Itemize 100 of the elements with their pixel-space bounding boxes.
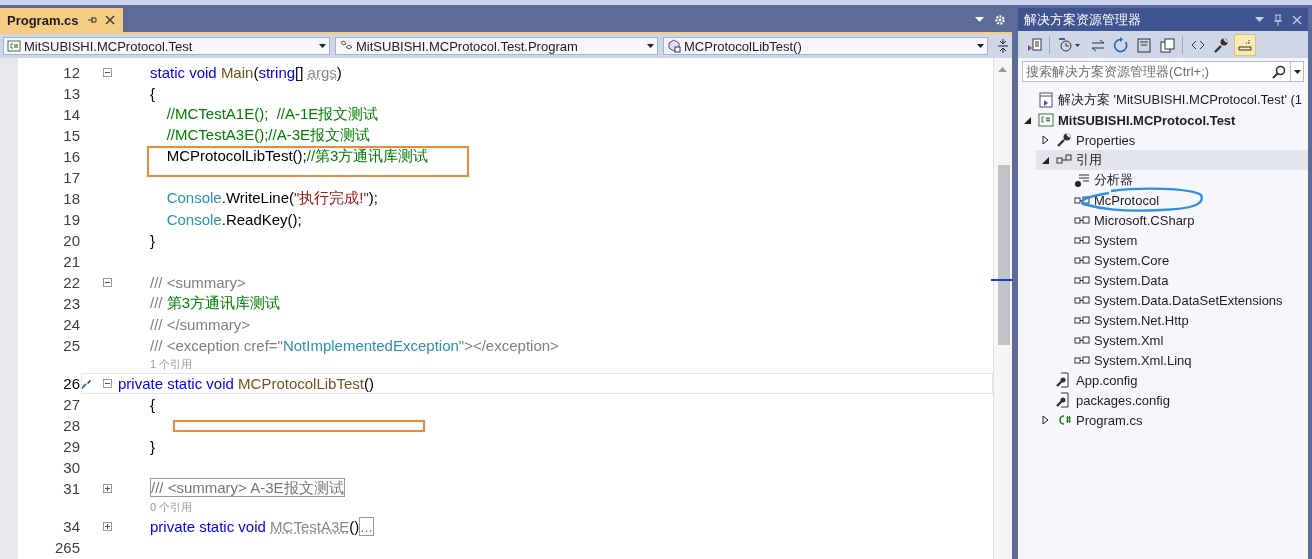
- wrench-icon: [1213, 36, 1229, 53]
- line-number: 12: [62, 64, 80, 81]
- line-number: 30: [62, 459, 80, 476]
- line-number: 27: [62, 396, 80, 413]
- method-icon: [667, 39, 681, 53]
- line-number: 21: [62, 253, 80, 270]
- caret-icon: [319, 44, 326, 48]
- caret-icon: [647, 44, 654, 48]
- line-number: 265: [53, 539, 80, 556]
- line-number: 24: [62, 316, 80, 333]
- code-line: //MCTestA3E();//A-3E报文测试: [165, 126, 371, 145]
- collapse-icon[interactable]: [102, 278, 112, 287]
- change-marker: [991, 279, 1012, 281]
- code-line: }: [150, 232, 155, 249]
- code-line: {: [150, 85, 155, 102]
- document-tab[interactable]: Program.cs: [0, 8, 123, 32]
- code-line: /// <exception cref="NotImplementedException"></exception>: [150, 337, 559, 354]
- copy-icon: [1159, 36, 1175, 53]
- code-line: private static void MCProtocolLibTest(): [118, 375, 374, 392]
- line-number: 26: [62, 375, 80, 392]
- line-number: 18: [62, 190, 80, 207]
- caret-icon: [977, 44, 984, 48]
- tree-item[interactable]: 解决方案 'MitSUBISHI.MCProtocol.Test' (1: [1018, 90, 1308, 110]
- config-file-icon: [1056, 392, 1072, 408]
- scrollbar[interactable]: [993, 58, 1012, 559]
- tab-title[interactable]: Program.cs: [7, 12, 79, 28]
- split-icon: [997, 39, 1009, 53]
- tree-item[interactable]: Program.cs: [1036, 410, 1308, 430]
- switch-views-icon: [1026, 36, 1042, 53]
- line-number: 34: [62, 518, 80, 535]
- caret-icon: [1293, 69, 1301, 74]
- line-number: 20: [62, 232, 80, 249]
- line-number: 31: [62, 480, 80, 497]
- csharp-project-icon: [1038, 112, 1054, 128]
- solution-icon: [1038, 92, 1054, 108]
- tree-item[interactable]: Properties: [1036, 130, 1308, 150]
- tree-item[interactable]: Microsoft.CSharp: [1054, 210, 1308, 230]
- dropdown-field[interactable]: MCProtocolLibTest(): [663, 37, 988, 55]
- tree-item[interactable]: 分析器: [1054, 170, 1308, 190]
- refresh-icon: [1113, 36, 1129, 53]
- tree-item[interactable]: McProtocol: [1054, 190, 1308, 210]
- code-line: Console.WriteLine("执行完成!");: [165, 189, 378, 208]
- code-line: /// </summary>: [150, 316, 251, 333]
- expand-icon[interactable]: [102, 522, 112, 531]
- history-icon: [1057, 36, 1083, 53]
- code-line: MCProtocolLibTest();//第3方通讯库测试: [165, 147, 429, 166]
- tree-item[interactable]: System.Net.Http: [1054, 310, 1308, 330]
- code-line: /// 第3方通讯库测试: [150, 294, 280, 313]
- line-number: 23: [62, 295, 80, 312]
- line-number: 14: [62, 106, 80, 123]
- line-number: 22: [62, 274, 80, 291]
- scroll-thumb[interactable]: [998, 165, 1010, 345]
- line-number: 29: [62, 438, 80, 455]
- code-line: /// <summary>: [150, 274, 246, 291]
- pin-icon: [86, 15, 97, 25]
- dropdown-field[interactable]: MitSUBISHI.MCProtocol.Test: [3, 37, 330, 55]
- tree-item[interactable]: MitSUBISHI.MCProtocol.Test: [1018, 110, 1308, 130]
- dropdown-field[interactable]: MitSUBISHI.MCProtocol.Test.Program: [335, 37, 658, 55]
- wrench-icon: [1056, 132, 1072, 148]
- line-number: 15: [62, 127, 80, 144]
- tree-item[interactable]: System.Xml: [1054, 330, 1308, 350]
- code-line: private static void MCTestA3E()...: [150, 518, 374, 535]
- collapse-icon[interactable]: [102, 68, 112, 77]
- tree-item[interactable]: packages.config: [1036, 390, 1308, 410]
- tree-item[interactable]: System.Data: [1054, 270, 1308, 290]
- code-line: {: [150, 396, 155, 413]
- code-line: static void Main(string[] args): [150, 64, 342, 81]
- tree-item[interactable]: System: [1054, 230, 1308, 250]
- line-number: 13: [62, 85, 80, 102]
- panel-title: 解决方案资源管理器: [1024, 10, 1141, 29]
- line-number: 16: [62, 148, 80, 165]
- dropdown-icon: [1255, 16, 1264, 23]
- tree-item[interactable]: App.config: [1036, 370, 1308, 390]
- close-icon: [104, 15, 115, 25]
- collapse-all-icon: [1136, 36, 1152, 53]
- tree-item[interactable]: System.Core: [1054, 250, 1308, 270]
- collapse-icon[interactable]: [102, 379, 112, 388]
- tree-item[interactable]: System.Data.DataSetExtensions: [1054, 290, 1308, 310]
- search-field[interactable]: 搜索解决方案资源管理器(Ctrl+;): [1022, 61, 1304, 82]
- dropdown-icon: [975, 17, 984, 23]
- code-line: }: [150, 438, 155, 455]
- csharp-project-icon: [7, 39, 21, 53]
- close-icon: [1292, 14, 1302, 25]
- csharp-file-icon: [1056, 412, 1072, 428]
- scroll-up-icon: [998, 67, 1007, 72]
- code-line: //MCTestA1E(); //A-1E报文测试: [165, 105, 379, 124]
- pin-icon: [1274, 13, 1282, 26]
- analyzer-icon: [1074, 172, 1090, 188]
- search-icon: [1272, 64, 1286, 79]
- config-file-icon: [1056, 372, 1072, 388]
- line-number: 17: [62, 169, 80, 186]
- settings-icon: [994, 14, 1006, 26]
- screwdriver-icon: [80, 377, 92, 390]
- line-number: 28: [62, 417, 80, 434]
- code-line: Console.ReadKey();: [165, 211, 302, 228]
- tree-item[interactable]: System.Xml.Linq: [1054, 350, 1308, 370]
- expand-icon[interactable]: [102, 484, 112, 493]
- tree-item[interactable]: 引用: [1036, 150, 1308, 170]
- line-number: 25: [62, 337, 80, 354]
- line-number: 19: [62, 211, 80, 228]
